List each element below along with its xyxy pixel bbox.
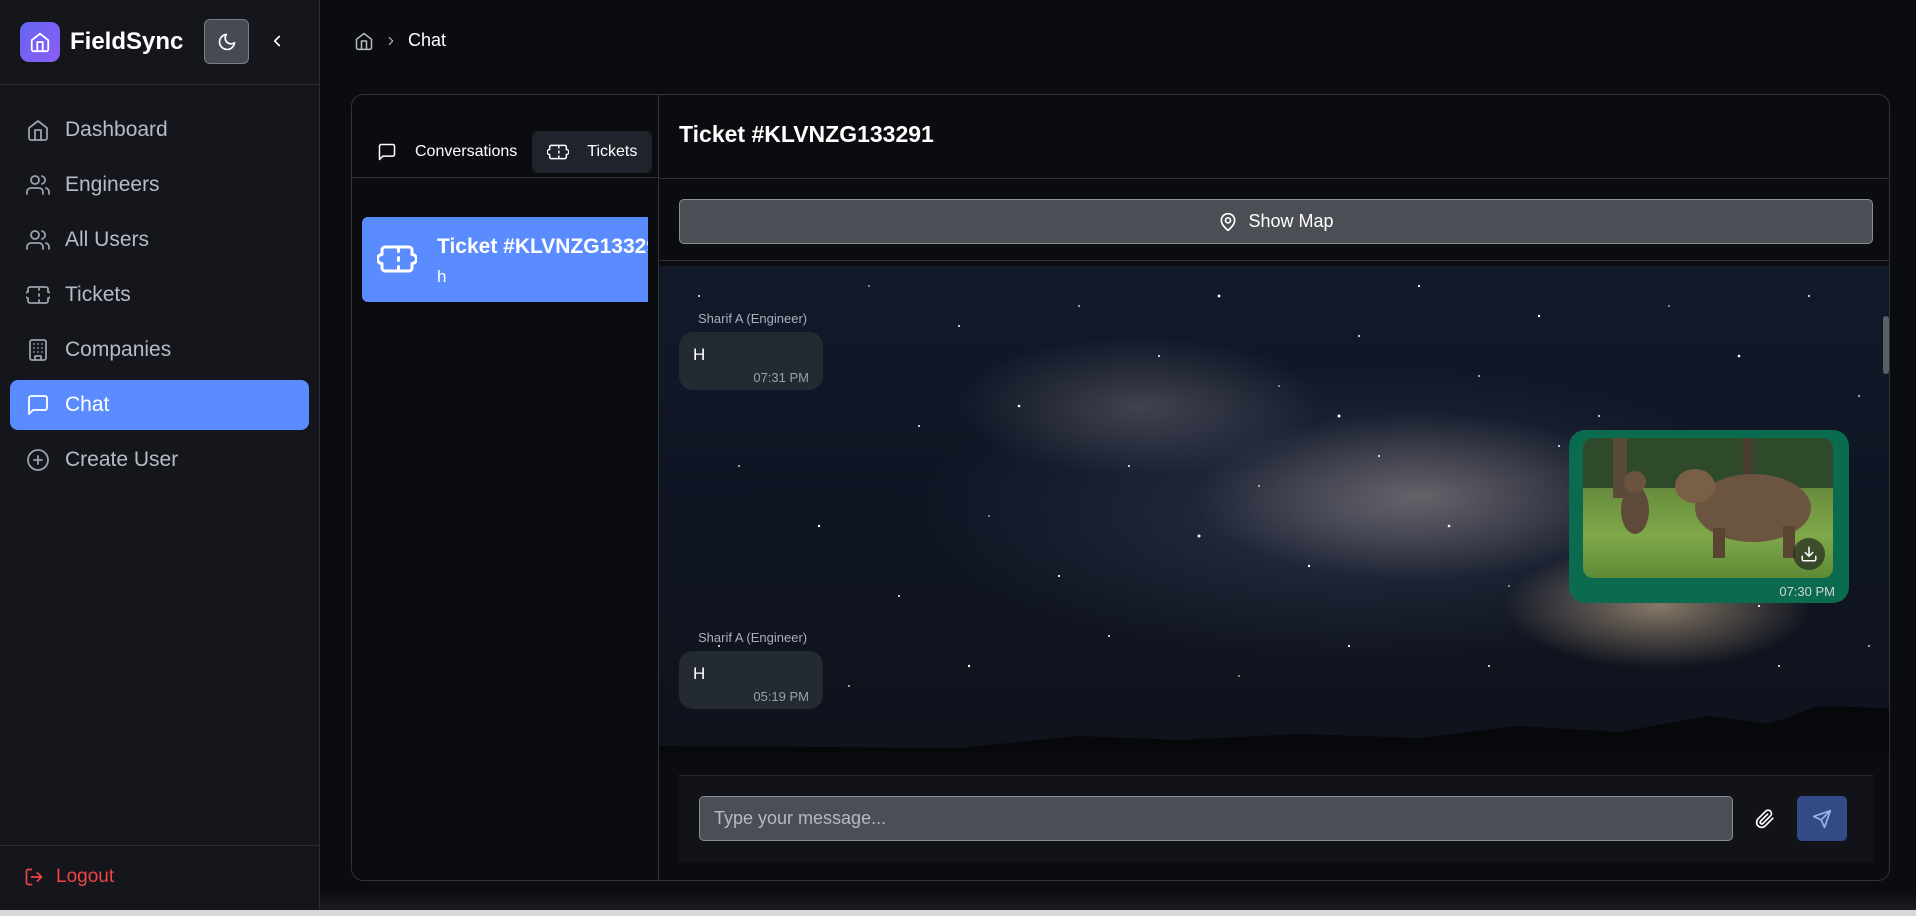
sidebar-item-label: Tickets bbox=[65, 283, 131, 306]
message-text: H bbox=[693, 664, 706, 683]
logout-label: Logout bbox=[56, 866, 115, 887]
horizon-silhouette bbox=[659, 706, 1889, 753]
tab-conversations[interactable]: Conversations bbox=[362, 131, 532, 173]
sidebar-item-label: Create User bbox=[65, 448, 179, 471]
home-icon bbox=[25, 117, 51, 143]
sidebar-item-engineers[interactable]: Engineers bbox=[10, 160, 309, 210]
chat-card: Conversations Tickets Ticket #KLVNZG1332… bbox=[351, 94, 1890, 881]
app-name: FieldSync bbox=[70, 28, 184, 55]
users-icon bbox=[25, 227, 51, 253]
users-icon bbox=[25, 172, 51, 198]
logout-icon bbox=[24, 867, 44, 887]
image-message-bubble: 07:30 PM bbox=[1569, 430, 1849, 603]
tab-label: Tickets bbox=[587, 143, 638, 160]
divider bbox=[352, 177, 659, 178]
breadcrumb: Chat bbox=[354, 30, 446, 51]
brand[interactable]: FieldSync bbox=[20, 22, 183, 62]
sidebar-item-label: All Users bbox=[65, 228, 150, 251]
message-sender: Sharif A (Engineer) bbox=[698, 311, 808, 326]
home-icon bbox=[20, 22, 60, 62]
chat-title: Ticket #KLVNZG133291 bbox=[679, 121, 934, 147]
conversation-list-pane: Conversations Tickets Ticket #KLVNZG1332… bbox=[352, 95, 659, 880]
scrollbar[interactable] bbox=[1883, 316, 1889, 374]
list-item[interactable]: Ticket #KLVNZG133291 h bbox=[362, 217, 648, 302]
ticket-icon bbox=[376, 241, 418, 282]
message-composer bbox=[679, 775, 1873, 862]
building-icon bbox=[25, 337, 51, 363]
message-time: 07:31 PM bbox=[753, 370, 809, 385]
list-item-preview: h bbox=[437, 267, 447, 286]
message-sender: Sharif A (Engineer) bbox=[698, 630, 808, 645]
message-time: 07:30 PM bbox=[1779, 584, 1835, 599]
chevron-left-icon bbox=[268, 32, 286, 50]
tab-tickets[interactable]: Tickets bbox=[532, 131, 653, 173]
chat-list-tabs: Conversations Tickets bbox=[362, 131, 653, 173]
sidebar-item-tickets[interactable]: Tickets bbox=[10, 270, 309, 320]
tab-label: Conversations bbox=[415, 143, 518, 160]
chat-header: Ticket #KLVNZG133291 bbox=[659, 95, 1889, 179]
show-map-button[interactable]: Show Map bbox=[679, 199, 1873, 244]
message-time: 05:19 PM bbox=[753, 689, 809, 704]
send-button[interactable] bbox=[1797, 796, 1847, 841]
list-item-title: Ticket #KLVNZG133291 bbox=[437, 235, 648, 258]
ticket-icon bbox=[25, 282, 51, 308]
message-text: H bbox=[693, 345, 706, 364]
sidebar-item-dashboard[interactable]: Dashboard bbox=[10, 105, 309, 155]
chevron-right-icon bbox=[384, 34, 398, 48]
sidebar-item-create-user[interactable]: Create User bbox=[10, 435, 309, 485]
sidebar-item-label: Dashboard bbox=[65, 118, 168, 141]
message-bubble: H 05:19 PM bbox=[679, 651, 823, 709]
attach-button[interactable] bbox=[1753, 807, 1777, 831]
send-icon bbox=[1812, 809, 1832, 829]
sidebar-item-label: Companies bbox=[65, 338, 172, 361]
logout-button[interactable]: Logout bbox=[24, 866, 114, 888]
message-image[interactable] bbox=[1583, 438, 1833, 578]
message-list[interactable]: Sharif A (Engineer) H 07:31 PM 07:30 PM … bbox=[659, 266, 1889, 753]
sidebar-item-chat[interactable]: Chat bbox=[10, 380, 309, 430]
chat-pane: Ticket #KLVNZG133291 Show Map Sharif A (… bbox=[659, 95, 1889, 880]
chat-icon bbox=[377, 142, 397, 162]
theme-toggle-button[interactable] bbox=[204, 19, 249, 64]
sidebar-item-label: Chat bbox=[65, 393, 110, 416]
chat-icon bbox=[25, 392, 51, 418]
download-icon[interactable] bbox=[1793, 538, 1825, 570]
plus-circle-icon bbox=[25, 447, 51, 473]
home-icon[interactable] bbox=[354, 31, 374, 51]
sidebar-item-all-users[interactable]: All Users bbox=[10, 215, 309, 265]
sidebar-item-companies[interactable]: Companies bbox=[10, 325, 309, 375]
message-bubble: H 07:31 PM bbox=[679, 332, 823, 390]
show-map-label: Show Map bbox=[1248, 211, 1334, 231]
message-input[interactable] bbox=[699, 796, 1733, 841]
collapse-sidebar-button[interactable] bbox=[264, 28, 290, 54]
sidebar: FieldSync Dashboard Engineers All Users … bbox=[0, 0, 320, 910]
sidebar-item-label: Engineers bbox=[65, 173, 160, 196]
ticket-icon bbox=[547, 142, 570, 162]
divider bbox=[0, 845, 320, 846]
map-pin-icon bbox=[1218, 212, 1238, 232]
sidebar-nav: Dashboard Engineers All Users Tickets Co… bbox=[10, 105, 309, 490]
moon-icon bbox=[217, 32, 237, 52]
paperclip-icon bbox=[1755, 809, 1775, 829]
page-footer-shade bbox=[320, 890, 1916, 910]
breadcrumb-current: Chat bbox=[408, 30, 447, 50]
divider bbox=[0, 84, 320, 85]
window-bottom-edge bbox=[0, 910, 1916, 916]
